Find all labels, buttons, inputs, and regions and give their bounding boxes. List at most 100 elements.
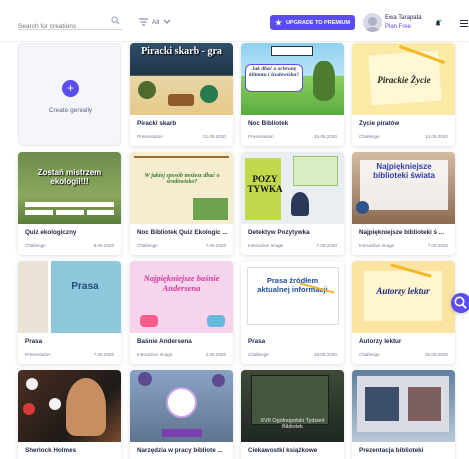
thumbnail: Prasa <box>18 261 121 333</box>
create-genially-card[interactable]: + Create genially <box>18 43 121 146</box>
genially-dashboard: All UPGRADE TO PREMIUM Ewa Tarapata Plan… <box>0 0 469 459</box>
thumbnail-title: Prasa źródłem aktualnej informacji <box>257 276 328 294</box>
card-type: Challenge <box>359 134 380 139</box>
thumbnail-title: Prasa <box>71 281 99 292</box>
upgrade-label: UPGRADE TO PREMIUM <box>285 19 351 26</box>
thumbnail-title: Zostań mistrzem ekologii!!! <box>37 168 102 186</box>
card-date: 7.09.2020 <box>427 243 448 248</box>
thumbnail-title: Pirackie Życie <box>377 75 431 85</box>
card-title: Piracki skarb <box>137 120 177 127</box>
thumbnail <box>130 370 233 442</box>
card-title: Ciekawostki książkowe <box>248 447 318 454</box>
card-type: Interactive Image <box>137 352 173 357</box>
creation-card-ciekawostki[interactable]: XVII Ogólnopolski Tydzień Bibliotek Ciek… <box>241 370 344 459</box>
thumbnail-title: XVII Ogólnopolski Tydzień Bibliotek <box>260 418 325 430</box>
thumbnail-title: Piracki skarb - gra <box>141 46 222 57</box>
card-type: Challenge <box>137 243 158 248</box>
filter-label: All <box>152 18 160 26</box>
card-title: Prezentacja biblioteki <box>359 447 424 454</box>
card-date: 8.09.2020 <box>93 243 114 248</box>
creation-card-sherlock-holmes[interactable]: Sherlock Holmes <box>18 370 121 459</box>
thumbnail: W jakiej sposób możesz dbać o środowisko… <box>130 152 233 224</box>
card-title: Prasa <box>248 338 266 345</box>
menu-icon[interactable] <box>459 19 469 28</box>
creation-card-basnie-andersena[interactable]: Najpiękniejsze baśnie Andersena Baśnie A… <box>130 261 233 364</box>
avatar[interactable] <box>363 13 382 32</box>
card-date: 2.09.2020 <box>205 352 226 357</box>
card-date: 7.09.2020 <box>316 243 337 248</box>
user-name: Ewa Tarapata <box>385 15 422 21</box>
thumbnail: XVII Ogólnopolski Tydzień Bibliotek <box>241 370 344 442</box>
creation-card-najpiekniejsze-biblioteki[interactable]: Najpiękniejsze biblioteki świata Najpięk… <box>352 152 455 255</box>
card-title: Detektyw Pozytywka <box>248 229 310 236</box>
plan-label: Plan Free <box>385 24 412 30</box>
card-date: 7.09.2020 <box>205 243 226 248</box>
thumbnail <box>18 370 121 442</box>
card-date: 21.09.2020 <box>203 134 226 139</box>
creation-card-prezentacja-biblioteki[interactable]: Prezentacja biblioteki <box>352 370 455 459</box>
creation-card-quiz-ekologiczny[interactable]: Zostań mistrzem ekologii!!! Quiz ekologi… <box>18 152 121 255</box>
card-date: 15.09.2020 <box>314 134 337 139</box>
thumbnail-title: Autorzy lektur <box>376 286 430 296</box>
search-icon <box>111 16 120 25</box>
card-date: 26.09.2020 <box>425 352 448 357</box>
creation-card-noc-bibliotek-quiz[interactable]: W jakiej sposób możesz dbać o środowisko… <box>130 152 233 255</box>
filter-icon <box>139 18 148 26</box>
thumbnail <box>352 370 455 442</box>
card-title: Baśnie Andersena <box>137 338 192 345</box>
thumbnail: Najpiękniejsze biblioteki świata <box>352 152 455 224</box>
card-type: Challenge <box>359 352 380 357</box>
creation-card-zycie-piratow[interactable]: Pirackie Życie Życie piratów Challenge 1… <box>352 43 455 146</box>
thumbnail-title: Jak dbać o ochronę klimatu i środowiska? <box>249 66 299 78</box>
creation-card-detektyw-pozytywka[interactable]: POZY TYWKA Detektyw Pozytywka Interactiv… <box>241 152 344 255</box>
card-title: Noc Bibliotek <box>248 120 289 127</box>
search-icon <box>454 296 467 309</box>
search-box[interactable] <box>18 15 122 30</box>
card-type: Challenge <box>25 243 46 248</box>
card-type: Presentation <box>137 134 163 139</box>
card-title: Prasa <box>25 338 43 345</box>
card-title: Noc Bibliotek Quiz Ekologic ... <box>137 229 228 236</box>
thumbnail: Autorzy lektur <box>352 261 455 333</box>
card-title: Najpiękniejsze biblioteki ś ... <box>359 229 445 236</box>
card-title: Quiz ekologiczny <box>25 229 77 236</box>
card-date: 7.09.2020 <box>93 352 114 357</box>
creation-card-narzedzia[interactable]: Narzędzia w pracy bibliote ... <box>130 370 233 459</box>
creation-card-prasa-presentation[interactable]: Prasa Prasa Presentation 7.09.2020 <box>18 261 121 364</box>
card-type: Presentation <box>25 352 51 357</box>
top-bar: All UPGRADE TO PREMIUM Ewa Tarapata Plan… <box>0 0 469 42</box>
thumbnail: Zostań mistrzem ekologii!!! <box>18 152 121 224</box>
chevron-down-icon <box>163 19 171 24</box>
create-label: Create genially <box>48 107 93 114</box>
notification-bell-icon[interactable] <box>434 19 442 27</box>
card-title: Życie piratów <box>359 120 400 127</box>
thumbnail-title: Najpiękniejsze biblioteki świata <box>373 162 435 180</box>
thumbnail-title: Najpiękniejsze baśnie Andersena <box>143 273 220 293</box>
card-title: Autorzy lektur <box>359 338 402 345</box>
creation-card-piracki-skarb[interactable]: Piracki skarb - gra Piracki skarb Presen… <box>130 43 233 146</box>
thumbnail: Piracki skarb - gra <box>130 43 233 115</box>
search-input[interactable] <box>18 23 104 30</box>
thumbnail: Najpiękniejsze baśnie Andersena <box>130 261 233 333</box>
creation-card-noc-bibliotek[interactable]: Jak dbać o ochronę klimatu i środowiska?… <box>241 43 344 146</box>
creation-card-autorzy-lektur[interactable]: Autorzy lektur Autorzy lektur Challenge … <box>352 261 455 364</box>
thumbnail-title: POZY TYWKA <box>247 174 283 194</box>
thumbnail: Jak dbać o ochronę klimatu i środowiska? <box>241 43 344 115</box>
thumbnail: POZY TYWKA <box>241 152 344 224</box>
floating-search-button[interactable] <box>451 293 469 313</box>
filter-dropdown[interactable]: All <box>139 15 179 29</box>
plus-icon: + <box>62 80 79 97</box>
thumbnail: Pirackie Życie <box>352 43 455 115</box>
card-date: 14.09.2020 <box>425 134 448 139</box>
thumbnail-title: W jakiej sposób możesz dbać o środowisko… <box>144 173 220 185</box>
thumbnail: Prasa źródłem aktualnej informacji <box>241 261 344 333</box>
upgrade-button[interactable]: UPGRADE TO PREMIUM <box>270 15 355 30</box>
card-title: Narzędzia w pracy bibliote ... <box>137 447 223 454</box>
creation-card-prasa-challenge[interactable]: Prasa źródłem aktualnej informacji Prasa… <box>241 261 344 364</box>
star-icon <box>274 19 282 26</box>
card-type: Interactive Image <box>248 243 284 248</box>
card-type: Interactive Image <box>359 243 395 248</box>
card-title: Sherlock Holmes <box>25 447 77 454</box>
card-type: Presentation <box>248 134 274 139</box>
card-date: 29.09.2020 <box>314 352 337 357</box>
